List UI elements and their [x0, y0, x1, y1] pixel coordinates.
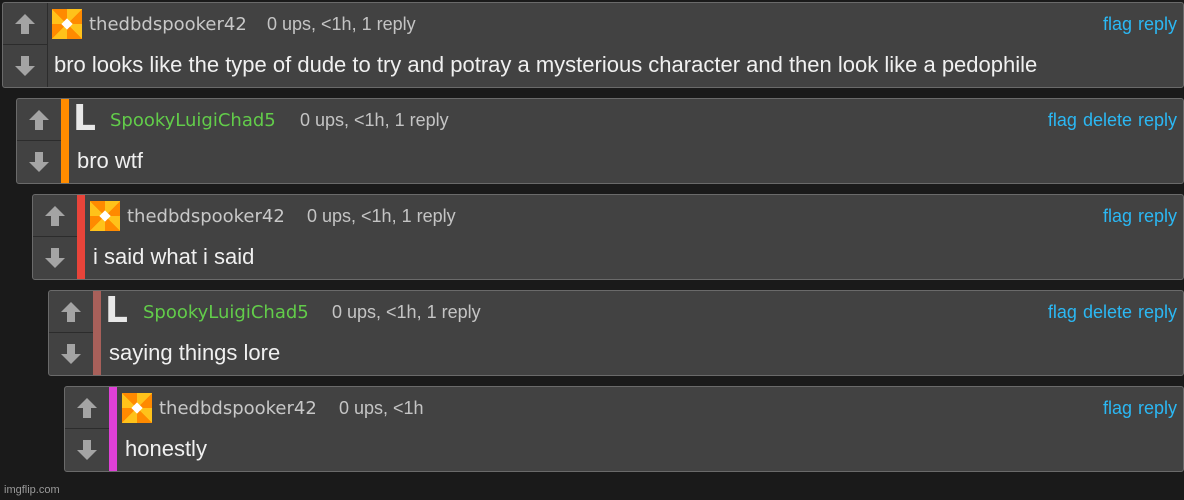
reply-link[interactable]: reply: [1138, 398, 1177, 418]
comment-text: bro wtf: [77, 148, 144, 173]
reply-link[interactable]: reply: [1138, 206, 1177, 226]
vote-column: [65, 387, 110, 471]
flag-link[interactable]: flag: [1103, 14, 1132, 34]
arrow-up-icon: [15, 13, 35, 34]
comment-4: thedbdspooker42 0 ups, <1h flag reply hon…: [64, 386, 1184, 472]
arrow-down-icon: [77, 440, 97, 460]
comment-actions: flag reply: [1097, 206, 1177, 227]
upvote-button[interactable]: [49, 291, 93, 333]
username[interactable]: SpookyLuigiChad5: [143, 302, 309, 323]
downvote-button[interactable]: [33, 237, 77, 279]
reply-link[interactable]: reply: [1138, 302, 1177, 322]
downvote-button[interactable]: [17, 141, 61, 183]
comment-1: L SpookyLuigiChad5 0 ups, <1h, 1 reply f…: [16, 98, 1184, 184]
downvote-button[interactable]: [49, 333, 93, 375]
upvote-button[interactable]: [3, 3, 47, 45]
reply-link[interactable]: reply: [1138, 110, 1177, 130]
vote-column: [3, 3, 48, 87]
delete-link[interactable]: delete: [1083, 110, 1132, 130]
arrow-up-icon: [77, 397, 97, 418]
comment-0: thedbdspooker42 0 ups, <1h, 1 reply flag…: [2, 2, 1184, 88]
arrow-up-icon: [45, 205, 65, 226]
username[interactable]: thedbdspooker42: [127, 206, 285, 227]
depth-bar: [93, 291, 101, 375]
vote-column: [17, 99, 62, 183]
comment-text: bro looks like the type of dude to try a…: [54, 52, 1038, 77]
comment-meta: 0 ups, <1h, 1 reply: [267, 14, 416, 34]
comment-text: i said what i said: [93, 244, 255, 269]
comment-2: thedbdspooker42 0 ups, <1h, 1 reply flag…: [32, 194, 1184, 280]
comment-text: honestly: [125, 436, 207, 461]
arrow-down-icon: [45, 248, 65, 268]
downvote-button[interactable]: [3, 45, 47, 87]
pinwheel-avatar[interactable]: [52, 9, 82, 39]
pinwheel-avatar[interactable]: [122, 393, 152, 423]
upvote-button[interactable]: [33, 195, 77, 237]
comment-text: saying things lore: [109, 340, 281, 365]
reply-link[interactable]: reply: [1138, 14, 1177, 34]
comment-actions: flag reply: [1097, 14, 1177, 35]
comment-actions: flag delete reply: [1042, 302, 1177, 323]
depth-bar: [109, 387, 117, 471]
flag-link[interactable]: flag: [1103, 398, 1132, 418]
comment-actions: flag reply: [1097, 398, 1177, 419]
arrow-up-icon: [29, 109, 49, 130]
depth-bar: [61, 99, 69, 183]
comment-actions: flag delete reply: [1042, 110, 1177, 131]
comment-meta: 0 ups, <1h: [339, 398, 424, 418]
comment-meta: 0 ups, <1h, 1 reply: [307, 206, 456, 226]
flag-link[interactable]: flag: [1103, 206, 1132, 226]
username[interactable]: thedbdspooker42: [89, 14, 247, 35]
vote-column: [49, 291, 94, 375]
downvote-button[interactable]: [65, 429, 109, 471]
L-avatar[interactable]: L: [105, 293, 135, 329]
arrow-up-icon: [61, 301, 81, 322]
flag-link[interactable]: flag: [1048, 302, 1077, 322]
depth-bar: [77, 195, 85, 279]
username[interactable]: thedbdspooker42: [159, 398, 317, 419]
comment-meta: 0 ups, <1h, 1 reply: [332, 302, 481, 322]
comment-3: L SpookyLuigiChad5 0 ups, <1h, 1 reply f…: [48, 290, 1184, 376]
arrow-down-icon: [15, 56, 35, 76]
watermark: imgflip.com: [4, 484, 60, 496]
flag-link[interactable]: flag: [1048, 110, 1077, 130]
vote-column: [33, 195, 78, 279]
arrow-down-icon: [29, 152, 49, 172]
username[interactable]: SpookyLuigiChad5: [110, 110, 276, 131]
arrow-down-icon: [61, 344, 81, 364]
comment-thread: { "comments": [ {"username":"thedbdspook…: [0, 0, 1184, 500]
L-avatar[interactable]: L: [73, 101, 103, 137]
delete-link[interactable]: delete: [1083, 302, 1132, 322]
comment-meta: 0 ups, <1h, 1 reply: [300, 110, 449, 130]
upvote-button[interactable]: [17, 99, 61, 141]
upvote-button[interactable]: [65, 387, 109, 429]
pinwheel-avatar[interactable]: [90, 201, 120, 231]
